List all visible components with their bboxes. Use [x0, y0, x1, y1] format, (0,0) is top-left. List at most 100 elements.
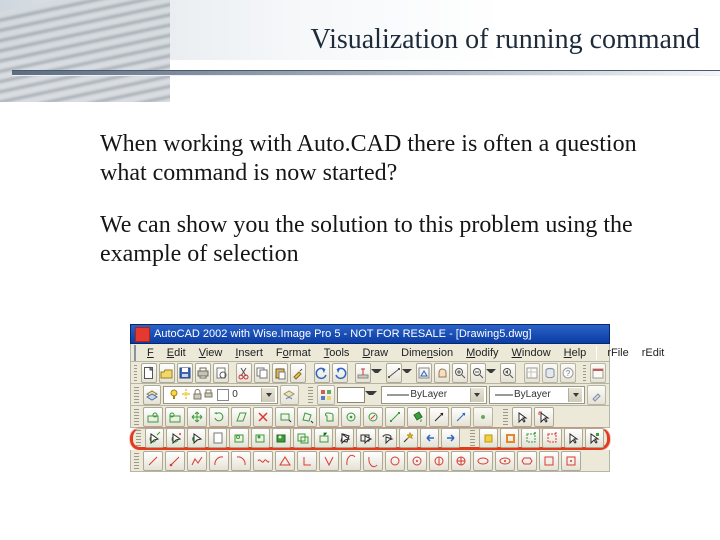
obox-o-icon[interactable]: [500, 428, 519, 448]
rgrab2-icon[interactable]: [341, 407, 361, 427]
paste-icon[interactable]: [272, 363, 288, 383]
rvec2-icon[interactable]: [451, 407, 471, 427]
rmove-icon[interactable]: [187, 407, 207, 427]
dsq2-icon[interactable]: [561, 451, 581, 471]
optr-icon[interactable]: [564, 428, 583, 448]
rrotate-icon[interactable]: [209, 407, 229, 427]
toolbar-grip[interactable]: [134, 453, 139, 469]
toolbar-grip[interactable]: [503, 409, 508, 425]
menu-insert[interactable]: Insert: [229, 346, 269, 360]
oarrow-l-icon[interactable]: [420, 428, 439, 448]
linetype-dropdown-icon[interactable]: [470, 388, 484, 402]
rcursor-icon[interactable]: [512, 407, 532, 427]
darc4-icon[interactable]: [363, 451, 383, 471]
snap-icon[interactable]: [355, 363, 371, 383]
rskew-icon[interactable]: [231, 407, 251, 427]
rcross-icon[interactable]: [253, 407, 273, 427]
oarrow-r-icon[interactable]: [441, 428, 460, 448]
pan-icon[interactable]: [434, 363, 450, 383]
menu-redit[interactable]: rEdit: [636, 346, 671, 360]
menu-window[interactable]: Window: [506, 346, 557, 360]
save-icon[interactable]: [177, 363, 193, 383]
dist-icon[interactable]: [386, 363, 402, 383]
rcursorset-icon[interactable]: [534, 407, 554, 427]
rdot-icon[interactable]: [473, 407, 493, 427]
menu-file[interactable]: F: [141, 346, 160, 360]
match-icon[interactable]: [290, 363, 306, 383]
toolbar-grip[interactable]: [134, 387, 139, 403]
dbconn-icon[interactable]: [542, 363, 558, 383]
menu-draw[interactable]: Draw: [356, 346, 394, 360]
dsq-icon[interactable]: [539, 451, 559, 471]
dray-icon[interactable]: [165, 451, 185, 471]
odoc-icon[interactable]: [208, 428, 227, 448]
toolbar-grip[interactable]: [136, 430, 141, 446]
rgrab4-icon[interactable]: [385, 407, 405, 427]
zoom-win-icon[interactable]: [470, 363, 486, 383]
opick-all-icon[interactable]: [187, 428, 206, 448]
dshapeV-icon[interactable]: [319, 451, 339, 471]
plotstyle-icon[interactable]: [587, 385, 606, 405]
menu-modify[interactable]: Modify: [460, 346, 504, 360]
orm-sel-icon[interactable]: [542, 428, 561, 448]
color-dlg-icon[interactable]: [317, 385, 336, 405]
oattach-icon[interactable]: [314, 428, 333, 448]
dcircle4-icon[interactable]: [451, 451, 471, 471]
open-icon[interactable]: [159, 363, 175, 383]
snap-dropdown-icon[interactable]: [371, 369, 381, 377]
rvec-icon[interactable]: [429, 407, 449, 427]
layer-dropdown-icon[interactable]: [261, 388, 275, 402]
linetype-combo[interactable]: ByLayer: [381, 386, 487, 404]
dcircle1-icon[interactable]: [385, 451, 405, 471]
omask-icon[interactable]: [229, 428, 248, 448]
opick-icon[interactable]: [145, 428, 164, 448]
color-swatch-bylayer[interactable]: [337, 387, 379, 403]
undo-icon[interactable]: [314, 363, 330, 383]
menu-edit[interactable]: Edit: [161, 346, 192, 360]
dcircle3-icon[interactable]: [429, 451, 449, 471]
layer-mgr-icon[interactable]: [143, 385, 162, 405]
zoom-rt-icon[interactable]: [452, 363, 468, 383]
dell-icon[interactable]: [473, 451, 493, 471]
layer-prev-icon[interactable]: [280, 385, 299, 405]
toolbar-grip[interactable]: [470, 430, 475, 446]
rdetect-icon[interactable]: [143, 407, 163, 427]
rgrab1-icon[interactable]: [319, 407, 339, 427]
today-icon[interactable]: [590, 363, 606, 383]
dhex-icon[interactable]: [517, 451, 537, 471]
copy-icon[interactable]: [254, 363, 270, 383]
menu-dimension[interactable]: Dimension: [395, 346, 459, 360]
omask-out-icon[interactable]: [272, 428, 291, 448]
rgrab3-icon[interactable]: [363, 407, 383, 427]
omask-clip-icon[interactable]: [293, 428, 312, 448]
dcircle2-icon[interactable]: [407, 451, 427, 471]
dline-icon[interactable]: [143, 451, 163, 471]
new-icon[interactable]: [141, 363, 157, 383]
dell2-icon[interactable]: [495, 451, 515, 471]
prop-icon[interactable]: [524, 363, 540, 383]
dtri-icon[interactable]: [275, 451, 295, 471]
layer-combo[interactable]: 0: [163, 386, 278, 404]
toolbar-grip[interactable]: [134, 365, 137, 381]
rbucket-icon[interactable]: [407, 407, 427, 427]
dist-dropdown-icon[interactable]: [402, 369, 412, 377]
orect-icon[interactable]: [356, 428, 375, 448]
olasso-icon[interactable]: [378, 428, 397, 448]
preview-icon[interactable]: [213, 363, 229, 383]
cut-icon[interactable]: [236, 363, 252, 383]
system-menu-icon[interactable]: [134, 345, 136, 361]
dwave-icon[interactable]: [253, 451, 273, 471]
rselpoly-icon[interactable]: [297, 407, 317, 427]
toolbar-grip-2[interactable]: [583, 365, 586, 381]
rrect-icon[interactable]: [275, 407, 295, 427]
dpoly-icon[interactable]: [187, 451, 207, 471]
omagic-icon[interactable]: [399, 428, 418, 448]
redo-icon[interactable]: [332, 363, 348, 383]
toolbar-grip[interactable]: [308, 387, 313, 403]
print-icon[interactable]: [195, 363, 211, 383]
optr-add-icon[interactable]: [585, 428, 604, 448]
menu-rfile[interactable]: rFile: [601, 346, 634, 360]
opoly-icon[interactable]: [335, 428, 354, 448]
opick-add-icon[interactable]: [166, 428, 185, 448]
dshapeL-icon[interactable]: [297, 451, 317, 471]
